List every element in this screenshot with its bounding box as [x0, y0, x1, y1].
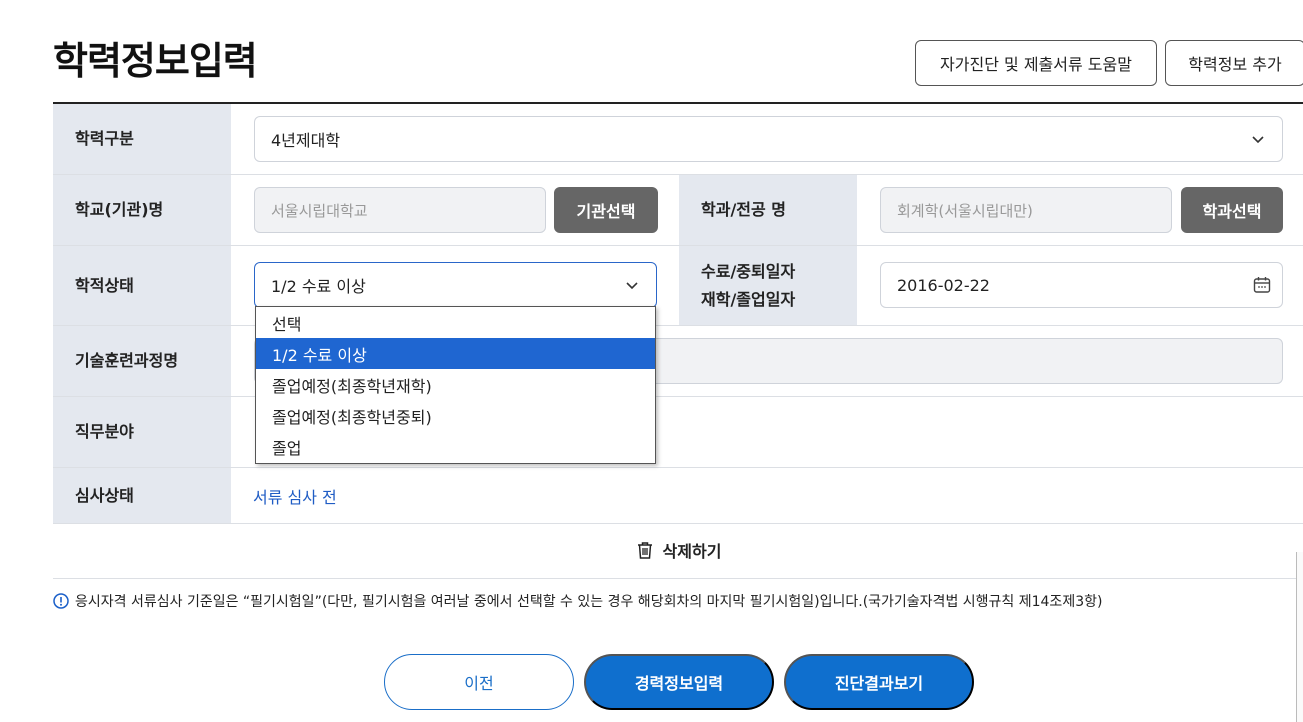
dropdown-option[interactable]: 졸업예정(최종학년재학) [256, 369, 655, 400]
info-icon [53, 593, 69, 609]
row-school-major: 학교(기관)명 서울시립대학교 기관선택 학과/전공 명 회계학(서울시립대만)… [53, 175, 1303, 246]
school-label: 학교(기관)명 [53, 175, 231, 245]
career-info-button[interactable]: 경력정보입력 [584, 654, 774, 710]
academic-status-dropdown: 선택 1/2 수료 이상 졸업예정(최종학년재학) 졸업예정(최종학년중퇴) 졸… [255, 306, 656, 464]
date-value: 2016-02-22 [897, 275, 990, 295]
row-job-field: 직무분야 [53, 397, 1303, 468]
select-major-button[interactable]: 학과선택 [1181, 187, 1283, 233]
calendar-icon[interactable] [1252, 275, 1272, 295]
chevron-down-icon [626, 282, 638, 290]
date-label-line2: 재학/졸업일자 [701, 289, 796, 309]
row-status-date: 학적상태 1/2 수료 이상 수료/중퇴일자 재학/졸업일자 2016-02-2… [53, 246, 1303, 326]
view-result-button[interactable]: 진단결과보기 [784, 654, 974, 710]
row-review-status: 심사상태 서류 심사 전 [53, 468, 1303, 524]
date-input[interactable]: 2016-02-22 [880, 262, 1283, 308]
job-field-label: 직무분야 [53, 397, 231, 467]
education-type-label: 학력구분 [53, 104, 231, 174]
delete-button[interactable]: 삭제하기 [53, 522, 1303, 579]
review-status-value: 서류 심사 전 [253, 487, 337, 507]
chevron-down-icon [1252, 136, 1264, 144]
dropdown-option-selected[interactable]: 1/2 수료 이상 [256, 338, 655, 369]
page-title: 학력정보입력 [53, 39, 258, 83]
row-education-type: 학력구분 4년제대학 [53, 104, 1303, 175]
select-institution-button[interactable]: 기관선택 [554, 187, 658, 233]
major-label: 학과/전공 명 [679, 175, 857, 245]
date-label: 수료/중퇴일자 재학/졸업일자 [679, 246, 857, 325]
delete-label: 삭제하기 [662, 542, 722, 561]
notice-text: 응시자격 서류심사 기준일은 “필기시험일”(다만, 필기시험을 여러날 중에서… [75, 594, 1103, 610]
row-training-course: 기술훈련과정명 [53, 326, 1303, 397]
dropdown-option[interactable]: 졸업 [256, 431, 655, 462]
education-form: 학력구분 4년제대학 학교(기관)명 서울시립대학교 기관선택 학과/전공 명 … [53, 102, 1303, 524]
trash-icon [637, 542, 652, 559]
academic-status-value: 1/2 수료 이상 [271, 277, 366, 296]
add-education-button[interactable]: 학력정보 추가 [1165, 40, 1303, 86]
academic-status-label: 학적상태 [53, 246, 231, 325]
scrollbar[interactable] [1296, 552, 1303, 722]
review-status-label: 심사상태 [53, 468, 231, 523]
notice: 응시자격 서류심사 기준일은 “필기시험일”(다만, 필기시험을 여러날 중에서… [53, 591, 1102, 611]
major-input[interactable]: 회계학(서울시립대만) [880, 187, 1172, 233]
education-type-value: 4년제대학 [271, 131, 341, 150]
dropdown-option[interactable]: 졸업예정(최종학년중퇴) [256, 400, 655, 431]
dropdown-option[interactable]: 선택 [256, 307, 655, 338]
school-input[interactable]: 서울시립대학교 [254, 187, 546, 233]
help-button[interactable]: 자가진단 및 제출서류 도움말 [915, 40, 1157, 86]
training-course-label: 기술훈련과정명 [53, 326, 231, 396]
prev-button[interactable]: 이전 [384, 654, 574, 710]
academic-status-select[interactable]: 1/2 수료 이상 [254, 262, 657, 308]
education-type-select[interactable]: 4년제대학 [254, 116, 1283, 162]
date-label-line1: 수료/중퇴일자 [701, 261, 796, 281]
